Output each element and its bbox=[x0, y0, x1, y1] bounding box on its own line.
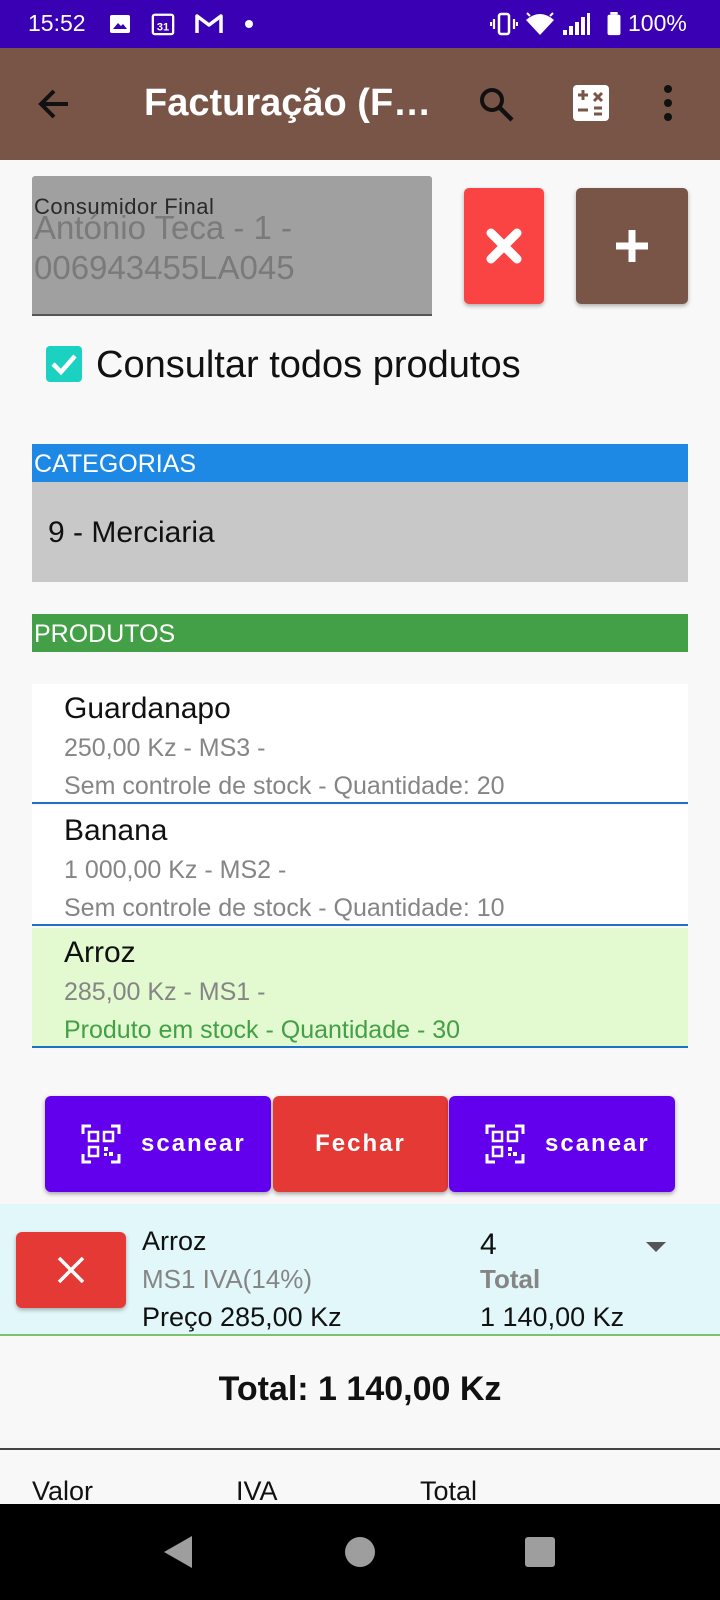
product-name: Arroz bbox=[64, 936, 136, 969]
page-title: Facturação (F… bbox=[144, 82, 432, 124]
line-unit-price: Preço 285,00 Kz bbox=[142, 1302, 342, 1332]
grand-total: Total: 1 140,00 Kz bbox=[218, 1370, 502, 1408]
product-name: Guardanapo bbox=[64, 692, 231, 725]
summary-column-tax: IVA bbox=[236, 1476, 278, 1506]
categories-header: CATEGORIAS bbox=[32, 444, 688, 482]
consult-all-checkbox[interactable] bbox=[46, 346, 82, 382]
product-stock: Sem controle de stock - Quantidade: 20 bbox=[64, 772, 505, 800]
customer-field[interactable]: António Teca - 1 - 006943455LA045 Consum… bbox=[32, 176, 432, 316]
close-button[interactable]: Fechar bbox=[273, 1096, 448, 1192]
chevron-down-icon[interactable] bbox=[644, 1240, 668, 1254]
products-header: PRODUTOS bbox=[32, 614, 688, 652]
wifi-icon bbox=[526, 12, 554, 35]
line-total-value: 1 140,00 Kz bbox=[480, 1302, 625, 1332]
checkmark-icon bbox=[51, 354, 77, 376]
image-notification-icon bbox=[110, 15, 130, 33]
more-vert-icon[interactable] bbox=[662, 84, 674, 122]
battery-percent: 100% bbox=[628, 10, 687, 36]
navigation-bar bbox=[0, 1504, 720, 1600]
plus-icon bbox=[616, 230, 648, 262]
consult-all-label[interactable]: Consultar todos produtos bbox=[96, 344, 521, 387]
qr-scan-icon bbox=[485, 1124, 525, 1164]
nav-home-icon[interactable] bbox=[344, 1536, 376, 1568]
category-value: 9 - Merciaria bbox=[48, 516, 215, 549]
cart-line-item: Arroz MS1 IVA(14%) Preço 285,00 Kz 4 Tot… bbox=[0, 1204, 720, 1336]
customer-value: António Teca - 1 - 006943455LA045 bbox=[34, 209, 295, 286]
qr-scan-icon bbox=[81, 1124, 121, 1164]
scan-button-right[interactable]: scanear bbox=[449, 1096, 675, 1192]
product-stock: Produto em stock - Quantidade - 30 bbox=[64, 1016, 461, 1044]
scan-button-label: scanear bbox=[141, 1130, 246, 1157]
nav-recents-icon[interactable] bbox=[524, 1536, 556, 1568]
clear-customer-button[interactable] bbox=[464, 188, 544, 304]
calendar-notification-icon: 31 bbox=[151, 13, 175, 36]
product-name: Banana bbox=[64, 814, 168, 847]
product-price: 1 000,00 Kz - MS2 - bbox=[64, 856, 287, 884]
close-icon bbox=[486, 228, 522, 264]
close-icon bbox=[57, 1256, 85, 1284]
scan-button-label: scanear bbox=[545, 1130, 650, 1157]
nav-back-icon[interactable] bbox=[162, 1534, 194, 1570]
summary-column-total: Total bbox=[420, 1476, 478, 1506]
scan-button-left[interactable]: scanear bbox=[45, 1096, 271, 1192]
more-notifications-dot-icon bbox=[245, 20, 253, 28]
remove-line-button[interactable] bbox=[16, 1232, 126, 1308]
product-item-arroz[interactable]: Arroz 285,00 Kz - MS1 - Produto em stock… bbox=[32, 928, 688, 1048]
line-product-name: Arroz bbox=[142, 1226, 207, 1256]
svg-text:31: 31 bbox=[157, 21, 169, 33]
product-price: 285,00 Kz - MS1 - bbox=[64, 978, 266, 1006]
app-bar: Facturação (F… bbox=[0, 48, 720, 160]
signal-icon bbox=[563, 13, 590, 35]
product-item-guardanapo[interactable]: Guardanapo 250,00 Kz - MS3 - Sem control… bbox=[32, 684, 688, 804]
product-item-banana[interactable]: Banana 1 000,00 Kz - MS2 - Sem controle … bbox=[32, 806, 688, 926]
status-time: 15:52 bbox=[28, 10, 86, 36]
quantity-select[interactable]: 4 bbox=[480, 1228, 497, 1262]
gmail-notification-icon bbox=[195, 14, 223, 33]
category-select[interactable]: 9 - Merciaria bbox=[32, 482, 688, 582]
line-total-label: Total bbox=[480, 1264, 541, 1294]
close-button-label: Fechar bbox=[315, 1130, 406, 1157]
add-customer-button[interactable] bbox=[576, 188, 688, 304]
line-tax: MS1 IVA(14%) bbox=[142, 1264, 313, 1294]
calculator-icon[interactable] bbox=[572, 84, 610, 122]
divider bbox=[0, 1448, 720, 1450]
status-bar: 15:52 31 100% bbox=[0, 0, 720, 48]
product-stock: Sem controle de stock - Quantidade: 10 bbox=[64, 894, 505, 922]
vibrate-icon bbox=[490, 12, 518, 36]
search-icon[interactable] bbox=[478, 86, 516, 124]
summary-column-value: Valor bbox=[32, 1476, 94, 1506]
back-arrow-icon[interactable] bbox=[36, 86, 72, 122]
product-price: 250,00 Kz - MS3 - bbox=[64, 734, 266, 762]
battery-icon bbox=[607, 12, 621, 36]
customer-label: Consumidor Final bbox=[34, 194, 215, 219]
